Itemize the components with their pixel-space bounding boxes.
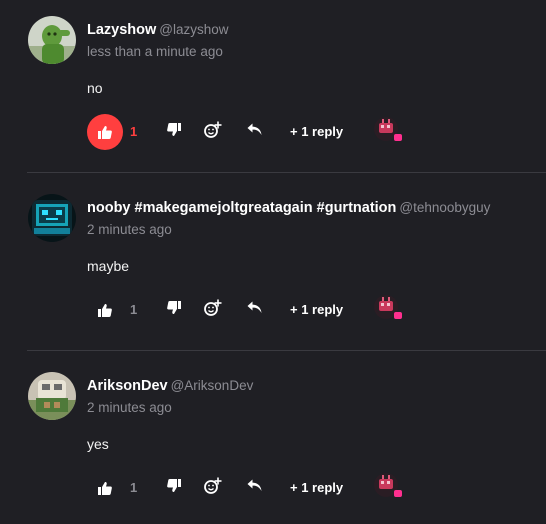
thumbs-up-icon (98, 125, 112, 139)
comment-author[interactable]: AriksonDev @AriksonDev (87, 378, 253, 394)
comment-timestamp[interactable]: 2 minutes ago (87, 400, 172, 415)
like-button[interactable] (87, 292, 123, 328)
thumbs-up-icon (98, 481, 112, 495)
dislike-button[interactable] (167, 123, 181, 141)
reply-arrow-icon (247, 123, 262, 135)
thumbs-down-icon (167, 479, 181, 492)
like-count[interactable]: 1 (130, 124, 137, 139)
reaction-avatar[interactable] (373, 471, 403, 501)
author-name[interactable]: Lazyshow (87, 22, 156, 38)
add-reaction-icon (204, 477, 222, 494)
author-handle[interactable]: @tehnoobyguy (399, 200, 490, 215)
replies-link[interactable]: + 1 reply (290, 302, 343, 317)
add-reaction-button[interactable] (204, 121, 222, 144)
reaction-avatar[interactable] (373, 115, 403, 145)
author-handle[interactable]: @AriksonDev (171, 378, 254, 393)
comment-body: maybe (87, 258, 130, 274)
comment-item: AriksonDev @AriksonDev 2 minutes ago yes … (0, 356, 546, 524)
comment-author[interactable]: nooby #makegamejoltgreatagain #gurtnatio… (87, 200, 490, 216)
add-reaction-icon (204, 299, 222, 316)
thumbs-down-icon (167, 301, 181, 314)
like-count[interactable]: 1 (130, 302, 137, 317)
reply-button[interactable] (247, 479, 262, 497)
comment-controls: 1 + 1 reply (87, 470, 507, 506)
replies-link[interactable]: + 1 reply (290, 124, 343, 139)
reply-button[interactable] (247, 301, 262, 319)
reply-arrow-icon (247, 301, 262, 313)
comment-divider (27, 172, 546, 173)
comment-item: nooby #makegamejoltgreatagain #gurtnatio… (0, 178, 546, 348)
avatar[interactable] (28, 372, 76, 420)
comment-divider (27, 350, 546, 351)
like-button[interactable] (87, 114, 123, 150)
avatar[interactable] (28, 16, 76, 64)
dislike-button[interactable] (167, 301, 181, 319)
comment-timestamp[interactable]: less than a minute ago (87, 44, 223, 59)
like-count[interactable]: 1 (130, 480, 137, 495)
thumbs-down-icon (167, 123, 181, 136)
reply-button[interactable] (247, 123, 262, 141)
comment-timestamp[interactable]: 2 minutes ago (87, 222, 172, 237)
dislike-button[interactable] (167, 479, 181, 497)
comment-controls: 1 + 1 reply (87, 114, 507, 150)
author-name[interactable]: AriksonDev (87, 378, 168, 394)
reaction-avatar[interactable] (373, 293, 403, 323)
comment-body: no (87, 80, 103, 96)
comment-author[interactable]: Lazyshow @lazyshow (87, 22, 229, 38)
add-reaction-button[interactable] (204, 299, 222, 322)
replies-link[interactable]: + 1 reply (290, 480, 343, 495)
comment-controls: 1 + 1 reply (87, 292, 507, 328)
avatar[interactable] (28, 194, 76, 242)
author-name[interactable]: nooby #makegamejoltgreatagain #gurtnatio… (87, 200, 396, 216)
comment-item: Lazyshow @lazyshow less than a minute ago… (0, 0, 546, 170)
like-button[interactable] (87, 470, 123, 506)
thumbs-up-icon (98, 303, 112, 317)
add-reaction-icon (204, 121, 222, 138)
comment-body: yes (87, 436, 109, 452)
author-handle[interactable]: @lazyshow (159, 22, 228, 37)
reply-arrow-icon (247, 479, 262, 491)
add-reaction-button[interactable] (204, 477, 222, 500)
